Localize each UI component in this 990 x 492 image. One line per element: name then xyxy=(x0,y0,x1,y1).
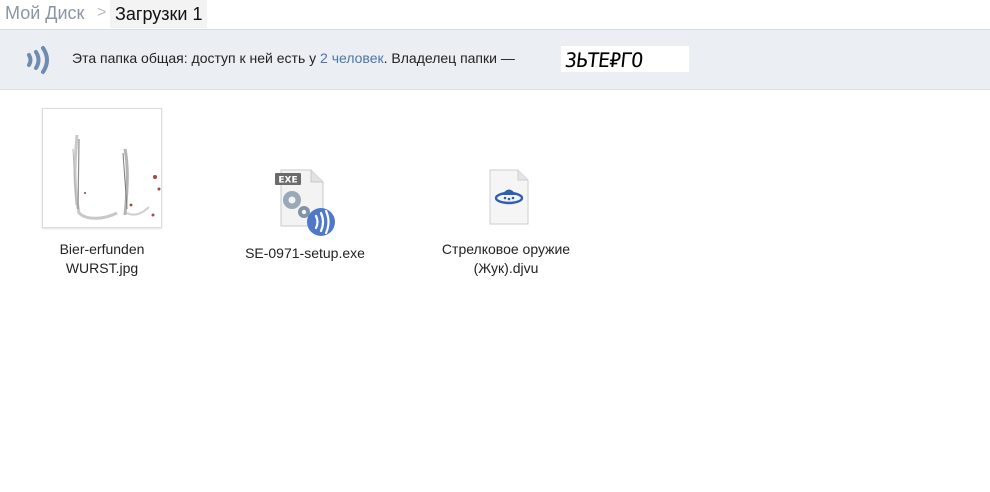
file-name-line: (Жук).djvu xyxy=(473,260,539,276)
file-item[interactable]: Стрелковое оружие (Жук).djvu xyxy=(421,160,591,278)
owner-name[interactable]: ЗЬТЕ₽ГО xyxy=(561,46,689,72)
owner-handwritten-name: ЗЬТЕ₽ГО xyxy=(563,48,644,72)
djvu-file-icon xyxy=(466,160,546,238)
file-name: Bier-erfunden WURST.jpg xyxy=(42,240,162,278)
file-name-line: Bier-erfunden xyxy=(59,241,145,257)
file-item[interactable]: Bier-erfunden WURST.jpg xyxy=(42,108,162,278)
shared-folder-bar: Эта папка общая: доступ к ней есть у 2 ч… xyxy=(0,29,990,90)
breadcrumb-root-link[interactable]: Мой Диск xyxy=(5,3,84,24)
chevron-right-icon: > xyxy=(97,4,107,21)
sketch-image xyxy=(72,134,161,220)
exe-badge-label: EXE xyxy=(278,176,297,186)
shared-people-link[interactable]: 2 человек xyxy=(320,50,384,66)
file-name-line: Стрелковое оружие xyxy=(441,241,571,257)
share-text-before: Эта папка общая: доступ к ней есть у xyxy=(72,50,321,66)
shared-folder-message: Эта папка общая: доступ к ней есть у 2 ч… xyxy=(72,50,515,66)
file-item[interactable]: EXE SE-0971-setup.exe xyxy=(230,160,380,263)
file-name-line: WURST.jpg xyxy=(65,260,139,276)
share-text-after: . Владелец папки — xyxy=(383,50,515,66)
file-name: SE-0971-setup.exe xyxy=(245,245,365,261)
exe-file-icon: EXE xyxy=(265,160,345,238)
breadcrumb-current: Загрузки 1 xyxy=(110,0,208,28)
shared-folder-icon xyxy=(27,46,49,74)
exe-file-graphic: EXE xyxy=(275,169,335,236)
breadcrumb: Мой Диск > Загрузки 1 xyxy=(0,0,990,28)
file-name: Стрелковое оружие (Жук).djvu xyxy=(421,240,591,278)
image-thumbnail xyxy=(42,108,162,228)
djvu-file-graphic xyxy=(489,169,529,225)
